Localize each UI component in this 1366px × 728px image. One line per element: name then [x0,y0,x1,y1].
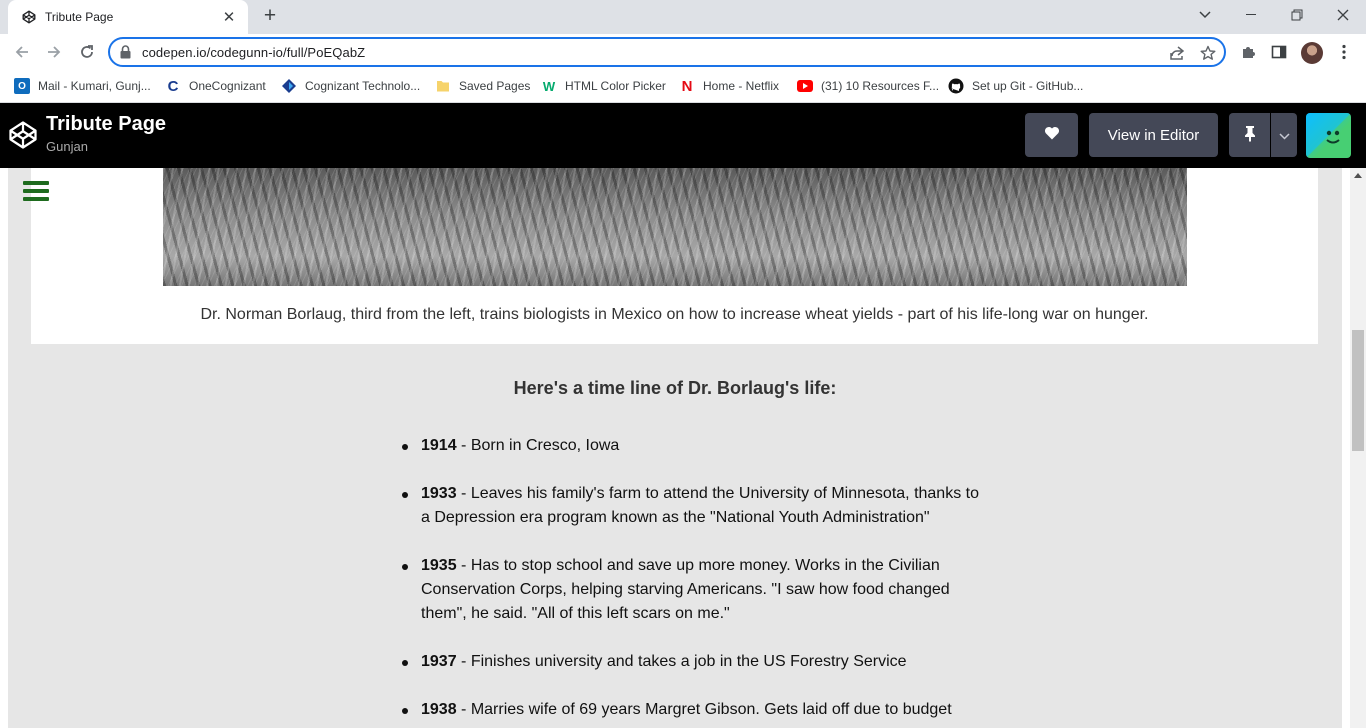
tab-search-icon[interactable] [1182,0,1228,30]
tribute-page: Dr. Norman Borlaug, third from the left,… [8,168,1342,728]
user-avatar[interactable] [1306,113,1351,158]
codepen-logo-icon[interactable] [8,120,38,153]
close-window-button[interactable] [1320,0,1366,30]
pen-title: Tribute Page [46,113,167,135]
bookmark-label: Set up Git - GitHub... [972,79,1084,93]
pen-author[interactable]: Gunjan [46,139,88,154]
timeline-item: 1935 - Has to stop school and save up mo… [402,554,981,626]
scrollbar-thumb[interactable] [1352,330,1364,451]
cognizant-icon [281,78,297,94]
bookmark-label: Home - Netflix [703,79,780,93]
reload-button[interactable] [74,39,100,65]
timeline-item: 1937 - Finishes university and takes a j… [402,650,981,674]
timeline-text: - Leaves his family's farm to attend the… [421,485,979,526]
bookmark-saved-pages[interactable]: Saved Pages [435,77,530,95]
hamburger-menu-icon[interactable] [23,181,49,201]
url-text: codepen.io/codegunn-io/full/PoEQabZ [142,45,366,60]
bookmark-label: HTML Color Picker [565,79,666,93]
bookmark-label: (31) 10 Resources F... [821,79,940,93]
bookmark-star-icon[interactable] [1199,44,1217,62]
close-tab-icon[interactable]: ✕ [220,8,238,26]
timeline-item: 1938 - Marries wife of 69 years Margret … [402,698,981,722]
tab-tribute-page[interactable]: Tribute Page ✕ [8,0,248,34]
menu-kebab-icon[interactable] [1335,43,1353,61]
outlook-icon: O [14,78,30,94]
bookmark-youtube[interactable]: (31) 10 Resources F... [797,77,939,95]
bookmark-mail[interactable]: O Mail - Kumari, Gunj... [14,77,151,95]
youtube-icon [797,78,813,94]
page-scrollbar[interactable] [1350,168,1366,728]
timeline-text: - Finishes university and takes a job in… [456,653,907,670]
restore-button[interactable] [1274,0,1320,30]
extensions-icon[interactable] [1239,43,1257,61]
tab-strip: Tribute Page ✕ + [0,0,1366,34]
browser-toolbar: codepen.io/codegunn-io/full/PoEQabZ [0,34,1366,70]
github-icon [948,78,964,94]
address-bar[interactable]: codepen.io/codegunn-io/full/PoEQabZ [108,37,1226,67]
page-viewport: Dr. Norman Borlaug, third from the left,… [0,168,1366,728]
timeline-year: 1933 [421,485,457,502]
timeline-item: 1933 - Leaves his family's farm to atten… [402,482,981,530]
w3schools-icon: W [542,78,556,94]
image-caption: Dr. Norman Borlaug, third from the left,… [200,306,1149,323]
timeline-text: - Marries wife of 69 years Margret Gibso… [456,701,952,718]
bookmark-label: OneCognizant [189,79,266,93]
cognizant-c-icon: C [167,77,179,95]
chevron-down-icon [1278,127,1290,144]
timeline-year: 1938 [421,701,457,718]
back-button[interactable] [9,39,35,65]
profile-avatar[interactable] [1301,42,1323,64]
pin-button[interactable] [1229,113,1270,157]
image-card: Dr. Norman Borlaug, third from the left,… [31,168,1318,344]
wheat-field-photo [163,168,1187,286]
pin-icon [1244,125,1256,146]
bookmark-label: Cognizant Technolo... [305,79,421,93]
bookmark-github[interactable]: Set up Git - GitHub... [948,77,1083,95]
forward-button[interactable] [41,39,67,65]
bookmark-cognizant[interactable]: Cognizant Technolo... [281,77,420,95]
timeline-year: 1937 [421,653,457,670]
side-panel-icon[interactable] [1270,43,1288,61]
view-in-editor-button[interactable]: View in Editor [1089,113,1218,157]
codepen-icon [21,9,37,25]
timeline-text: - Born in Cresco, Iowa [456,437,620,454]
new-tab-button[interactable]: + [259,5,281,28]
bookmark-html-color-picker[interactable]: W HTML Color Picker [541,77,666,95]
bookmarks-bar: O Mail - Kumari, Gunj... C OneCognizant … [0,70,1366,103]
timeline-list: 1914 - Born in Cresco, Iowa 1933 - Leave… [402,434,981,728]
netflix-icon: N [681,77,693,95]
bookmark-label: Saved Pages [459,79,531,93]
lock-icon[interactable] [120,45,131,62]
bookmark-label: Mail - Kumari, Gunj... [38,79,151,93]
heart-icon [1044,126,1060,144]
share-icon[interactable] [1168,44,1186,62]
timeline-item: 1914 - Born in Cresco, Iowa [402,434,981,458]
timeline-year: 1935 [421,557,457,574]
tab-title: Tribute Page [45,10,114,24]
scroll-up-arrow-icon[interactable] [1354,173,1362,178]
pin-dropdown-button[interactable] [1271,113,1297,157]
codepen-header: Tribute Page Gunjan View in Editor [0,103,1366,168]
like-button[interactable] [1025,113,1078,157]
folder-icon [435,78,451,94]
timeline-year: 1914 [421,437,457,454]
minimize-button[interactable] [1228,0,1274,30]
timeline-heading: Here's a time line of Dr. Borlaug's life… [513,378,837,398]
timeline-text: - Has to stop school and save up more mo… [421,557,950,622]
bookmark-onecognizant[interactable]: C OneCognizant [165,77,266,95]
bookmark-netflix[interactable]: N Home - Netflix [679,77,779,95]
